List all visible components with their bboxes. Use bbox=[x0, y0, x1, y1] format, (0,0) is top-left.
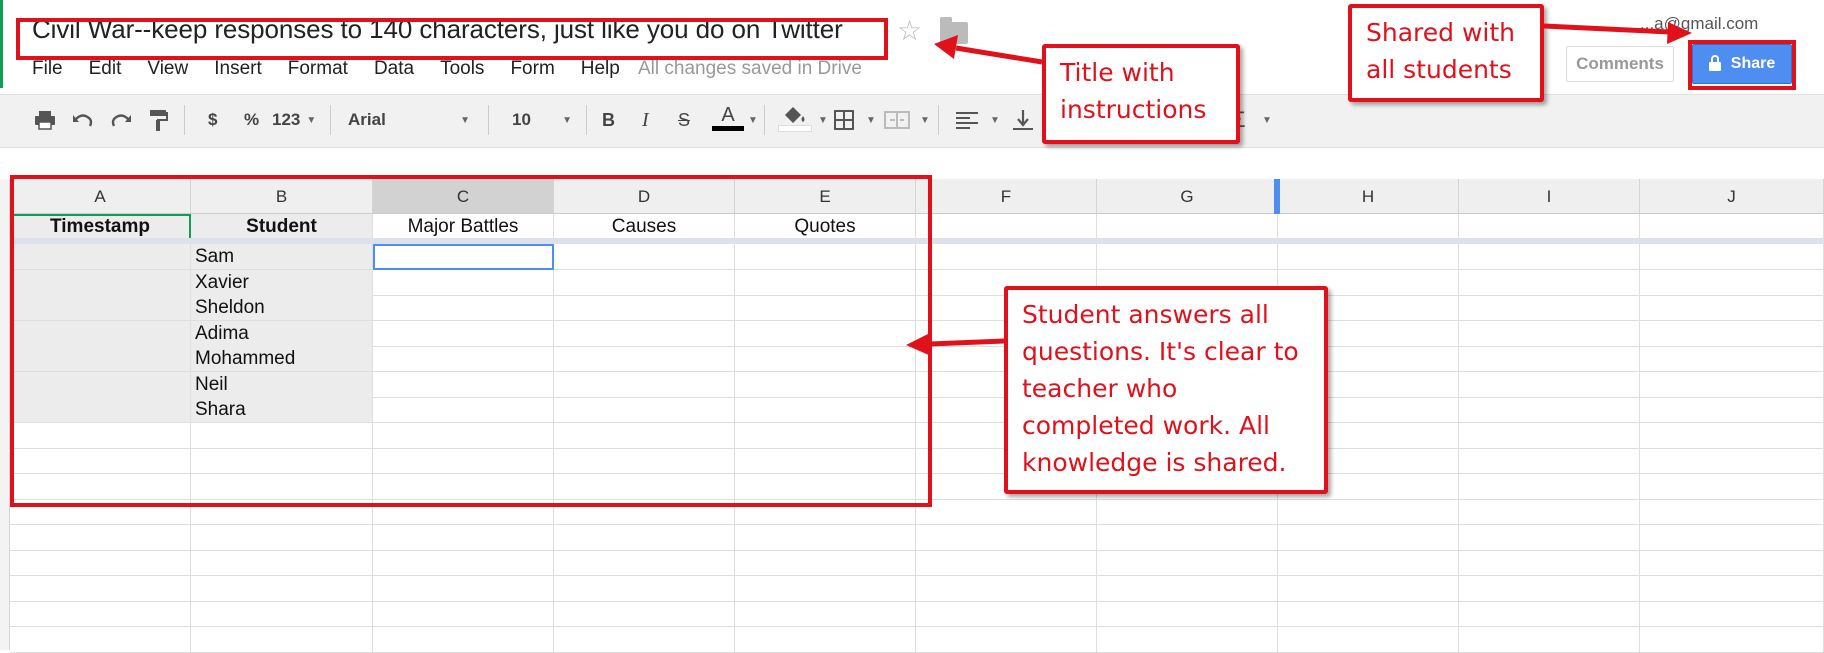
share-arrow-line bbox=[1543, 23, 1671, 35]
title-arrow-line bbox=[955, 45, 1043, 65]
grid-arrow-head bbox=[906, 333, 931, 356]
share-arrow-head bbox=[1667, 22, 1692, 44]
grid-arrow-line bbox=[929, 338, 1005, 347]
annotation-arrows bbox=[906, 22, 1692, 356]
title-arrow-head bbox=[934, 35, 958, 59]
